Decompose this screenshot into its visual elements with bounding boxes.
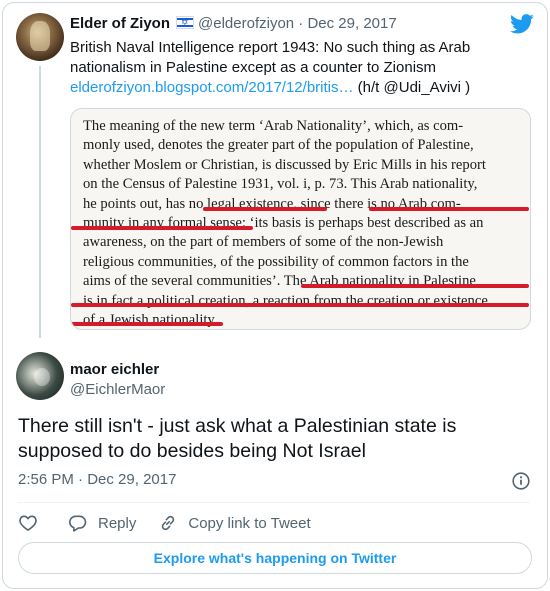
reply-icon: [69, 515, 87, 532]
tweet-date: Dec 29, 2017: [87, 471, 177, 488]
article-link[interactable]: elderofziyon.blogspot.com/2017/12/britis…: [70, 79, 354, 96]
book-line: is in fact a political creation, a react…: [83, 292, 488, 309]
heart-icon: [19, 515, 37, 531]
highlight-underline: [301, 284, 529, 288]
divider: [18, 502, 530, 503]
parent-tweet-date[interactable]: Dec 29, 2017: [307, 15, 396, 32]
link-icon: [162, 515, 175, 531]
parent-author-handle[interactable]: @elderofziyon: [198, 15, 294, 32]
book-page-text: The meaning of the new term ‘Arab Nation…: [83, 117, 529, 329]
book-line: of a Jewish nationality.: [83, 312, 218, 329]
parent-tweet-body: British Naval Intelligence report 1943: …: [70, 39, 471, 76]
book-line: munity in any formal sense: ‘its basis i…: [83, 215, 484, 232]
book-line: aims of the several communities’. The Ar…: [83, 273, 476, 290]
highlight-underline: [71, 322, 223, 326]
timestamp-separator: ·: [78, 471, 84, 488]
hat-tip-text: (h/t @Udi_Avivi ): [353, 79, 471, 96]
info-icon[interactable]: [512, 472, 530, 490]
tweet-timestamp[interactable]: 2:56 PM · Dec 29, 2017: [18, 470, 176, 490]
book-line: monly used, denotes the greater part of …: [83, 137, 474, 154]
twitter-bird-icon[interactable]: [510, 14, 534, 34]
parent-tweet-text: British Naval Intelligence report 1943: …: [70, 38, 530, 98]
reply-author-handle[interactable]: @EichlerMaor: [70, 380, 165, 400]
copy-link-label: Copy link to Tweet: [188, 514, 311, 532]
like-button[interactable]: [18, 513, 38, 533]
book-line: he points out, has no legal existence, s…: [83, 195, 461, 212]
copy-link-button[interactable]: Copy link to Tweet: [158, 513, 311, 533]
parent-author-name[interactable]: Elder of Ziyon: [70, 15, 170, 32]
tweet-actions: Reply Copy link to Tweet: [18, 512, 311, 534]
reply-button[interactable]: Reply: [68, 513, 136, 533]
book-line: on the Census of Palestine 1931, vol. i,…: [83, 176, 478, 193]
highlight-underline: [369, 207, 529, 211]
elder-of-ziyon-avatar[interactable]: [16, 13, 64, 61]
header-separator: ·: [298, 15, 304, 32]
explore-twitter-button[interactable]: Explore what's happening on Twitter: [18, 542, 532, 574]
reply-label: Reply: [98, 514, 137, 532]
book-line: whether Moslem or Christian, is discusse…: [83, 156, 486, 173]
thread-connector-line: [39, 66, 41, 338]
book-line: The meaning of the new term ‘Arab Nation…: [83, 118, 464, 134]
reply-author-name[interactable]: maor eichler: [70, 360, 159, 380]
highlight-underline: [203, 207, 327, 211]
highlight-underline: [71, 303, 529, 307]
highlight-underline: [71, 226, 253, 230]
book-page-image[interactable]: The meaning of the new term ‘Arab Nation…: [70, 108, 531, 330]
reply-tweet-text: There still isn't - just ask what a Pale…: [18, 415, 457, 462]
parent-tweet-header: Elder of Ziyon @elderofziyon · Dec 29, 20…: [70, 14, 397, 34]
maor-eichler-avatar[interactable]: [16, 352, 64, 400]
tweet-time: 2:56 PM: [18, 471, 74, 488]
book-line: awareness, on the part of members of som…: [83, 234, 444, 251]
book-line: religious communities, of the possibilit…: [83, 253, 469, 270]
israel-flag-icon: [176, 16, 195, 29]
